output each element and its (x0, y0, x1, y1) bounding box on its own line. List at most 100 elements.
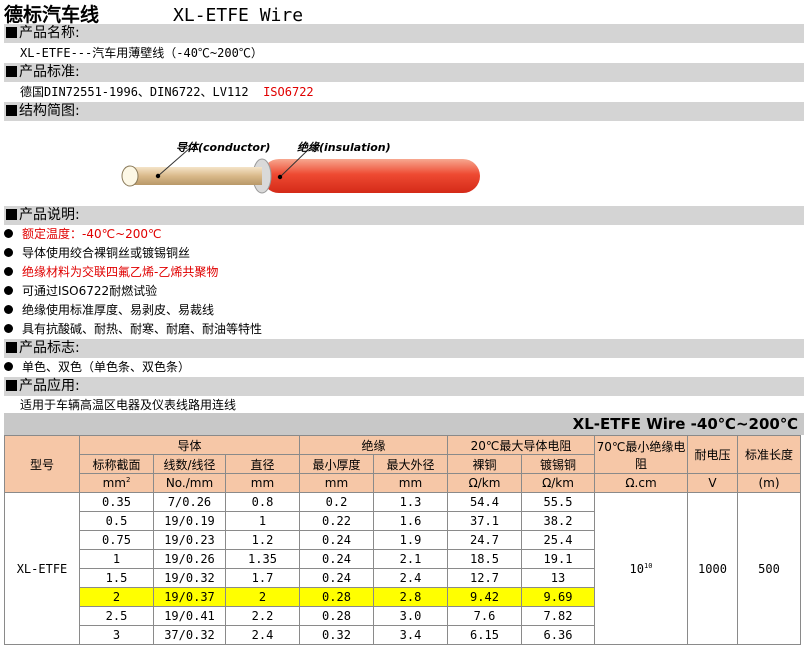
table-cell: 1.7 (225, 568, 300, 588)
bullet-icon (4, 267, 13, 276)
header-bare: 裸铜 (447, 454, 522, 474)
header-row-1: 型号 导体 绝缘 20℃最大导体电阻 70℃最小绝缘电阻 耐电压 标准长度 (4, 435, 801, 493)
square-bullet-icon (6, 105, 17, 116)
table-cell: 25.4 (521, 530, 595, 550)
application-text: 适用于车辆高温区电器及仪表线路用连线 (20, 398, 237, 412)
header-length: 标准长度 (737, 435, 801, 474)
table-cell: 1.35 (225, 549, 300, 569)
table-cell: 2.2 (225, 606, 300, 626)
length-cell: 500 (737, 492, 801, 645)
table-cell: 7/0.26 (153, 492, 226, 512)
section-standard: 产品标准: (4, 63, 804, 82)
header-row-units: mm2 No./mm mm mm mm Ω/km Ω/km Ω.cm V (m) (5, 473, 801, 493)
table-cell: 6.36 (521, 625, 595, 645)
table-cell: 0.35 (79, 492, 154, 512)
table-cell: 1 (225, 511, 300, 531)
list-item: 绝缘使用标准厚度、易剥皮、易裁线 (4, 301, 214, 320)
table-cell: 19/0.37 (153, 587, 226, 607)
table-cell: 19/0.26 (153, 549, 226, 569)
table-cell: 12.7 (447, 568, 522, 588)
page-title: 德标汽车线 XL-ETFE Wire (4, 0, 304, 26)
table-cell: 0.24 (299, 549, 374, 569)
table-cell: 0.22 (299, 511, 374, 531)
table-cell: 1 (79, 549, 154, 569)
header-resistance: 20℃最大导体电阻 (447, 435, 595, 455)
bullet-icon (4, 305, 13, 314)
header-min-thickness: 最小厚度 (299, 454, 374, 474)
unit-ins-resistance: Ω.cm (594, 473, 688, 493)
unit-wires: No./mm (153, 473, 226, 493)
unit-area: mm2 (79, 473, 154, 493)
table-cell: 19/0.41 (153, 606, 226, 626)
bullet-icon (4, 229, 13, 238)
table-cell: 38.2 (521, 511, 595, 531)
table-cell: 2.1 (373, 549, 448, 569)
header-area: 标称截面 (79, 454, 154, 474)
table-cell: 37/0.32 (153, 625, 226, 645)
table-cell: 0.2 (299, 492, 374, 512)
table-cell: 7.6 (447, 606, 522, 626)
table-row: XL-ETFE 0.35 7/0.26 0.8 0.2 1.3 54.4 55.5 1010 10… (4, 492, 801, 645)
table-cell: 37.1 (447, 511, 522, 531)
section-description: 产品说明: (4, 206, 804, 225)
list-item: 额定温度：-40℃~200℃ (4, 225, 162, 244)
table-cell: 3.4 (373, 625, 448, 645)
unit-tinned: Ω/km (521, 473, 595, 493)
table-cell: 2.4 (225, 625, 300, 645)
title-en: XL-ETFE Wire (173, 5, 304, 26)
header-wires: 线数/线径 (153, 454, 226, 474)
conductor-label: 导体(conductor) (176, 141, 270, 154)
list-item: 可通过ISO6722耐燃试验 (4, 282, 157, 301)
table-cell: 9.42 (447, 587, 522, 607)
list-item: 导体使用绞合裸铜丝或镀锡铜丝 (4, 244, 190, 263)
square-bullet-icon (6, 27, 17, 38)
square-bullet-icon (6, 342, 17, 353)
table-cell: 13 (521, 568, 595, 588)
table-banner: XL-ETFE Wire -40℃~200℃ (4, 413, 804, 435)
list-item: 单色、双色（单色条、双色条） (4, 358, 190, 377)
square-bullet-icon (6, 209, 17, 220)
section-name: 产品名称: (4, 24, 804, 43)
voltage-cell: 1000 (687, 492, 738, 645)
table-cell: 6.15 (447, 625, 522, 645)
table-cell: 0.24 (299, 530, 374, 550)
table-cell: 1.3 (373, 492, 448, 512)
conductor-body (130, 167, 262, 185)
conductor-end (121, 165, 139, 187)
header-model: 型号 (4, 435, 80, 493)
section-application: 产品应用: (4, 377, 804, 396)
insulation-body (262, 159, 480, 193)
table-cell: 1.6 (373, 511, 448, 531)
table-cell: 2 (79, 587, 154, 607)
product-standard: 德国DIN72551-1996、DIN6722、LV112 ISO6722 (20, 85, 314, 99)
table-cell: 19.1 (521, 549, 595, 569)
table-cell: 54.4 (447, 492, 522, 512)
header-ins-resistance: 70℃最小绝缘电阻 (594, 435, 688, 474)
header-max-od: 最大外径 (373, 454, 448, 474)
unit-bare: Ω/km (447, 473, 522, 493)
table-cell: 2.5 (79, 606, 154, 626)
table-cell: 0.75 (79, 530, 154, 550)
unit-max-od: mm (373, 473, 448, 493)
table-cell: 0.32 (299, 625, 374, 645)
square-bullet-icon (6, 380, 17, 391)
ins-resistance-cell: 1010 (594, 492, 688, 645)
table-cell: 1.9 (373, 530, 448, 550)
header-voltage: 耐电压 (687, 435, 738, 474)
title-cn: 德标汽车线 (4, 4, 100, 26)
table-cell: 1.2 (225, 530, 300, 550)
table-cell: 0.5 (79, 511, 154, 531)
section-structure: 结构简图: (4, 102, 804, 121)
section-marking: 产品标志: (4, 339, 804, 358)
unit-voltage: V (687, 473, 738, 493)
table-cell: 19/0.23 (153, 530, 226, 550)
insulation-label: 绝缘(insulation) (297, 141, 391, 154)
unit-length: (m) (737, 473, 801, 493)
spec-table: 型号 导体 绝缘 20℃最大导体电阻 70℃最小绝缘电阻 耐电压 标准长度 标称… (4, 435, 801, 645)
table-cell: 2.8 (373, 587, 448, 607)
model-cell: XL-ETFE (4, 492, 80, 645)
table-cell: 9.69 (521, 587, 595, 607)
header-insulation: 绝缘 (299, 435, 448, 455)
unit-min-thickness: mm (299, 473, 374, 493)
table-cell: 0.8 (225, 492, 300, 512)
